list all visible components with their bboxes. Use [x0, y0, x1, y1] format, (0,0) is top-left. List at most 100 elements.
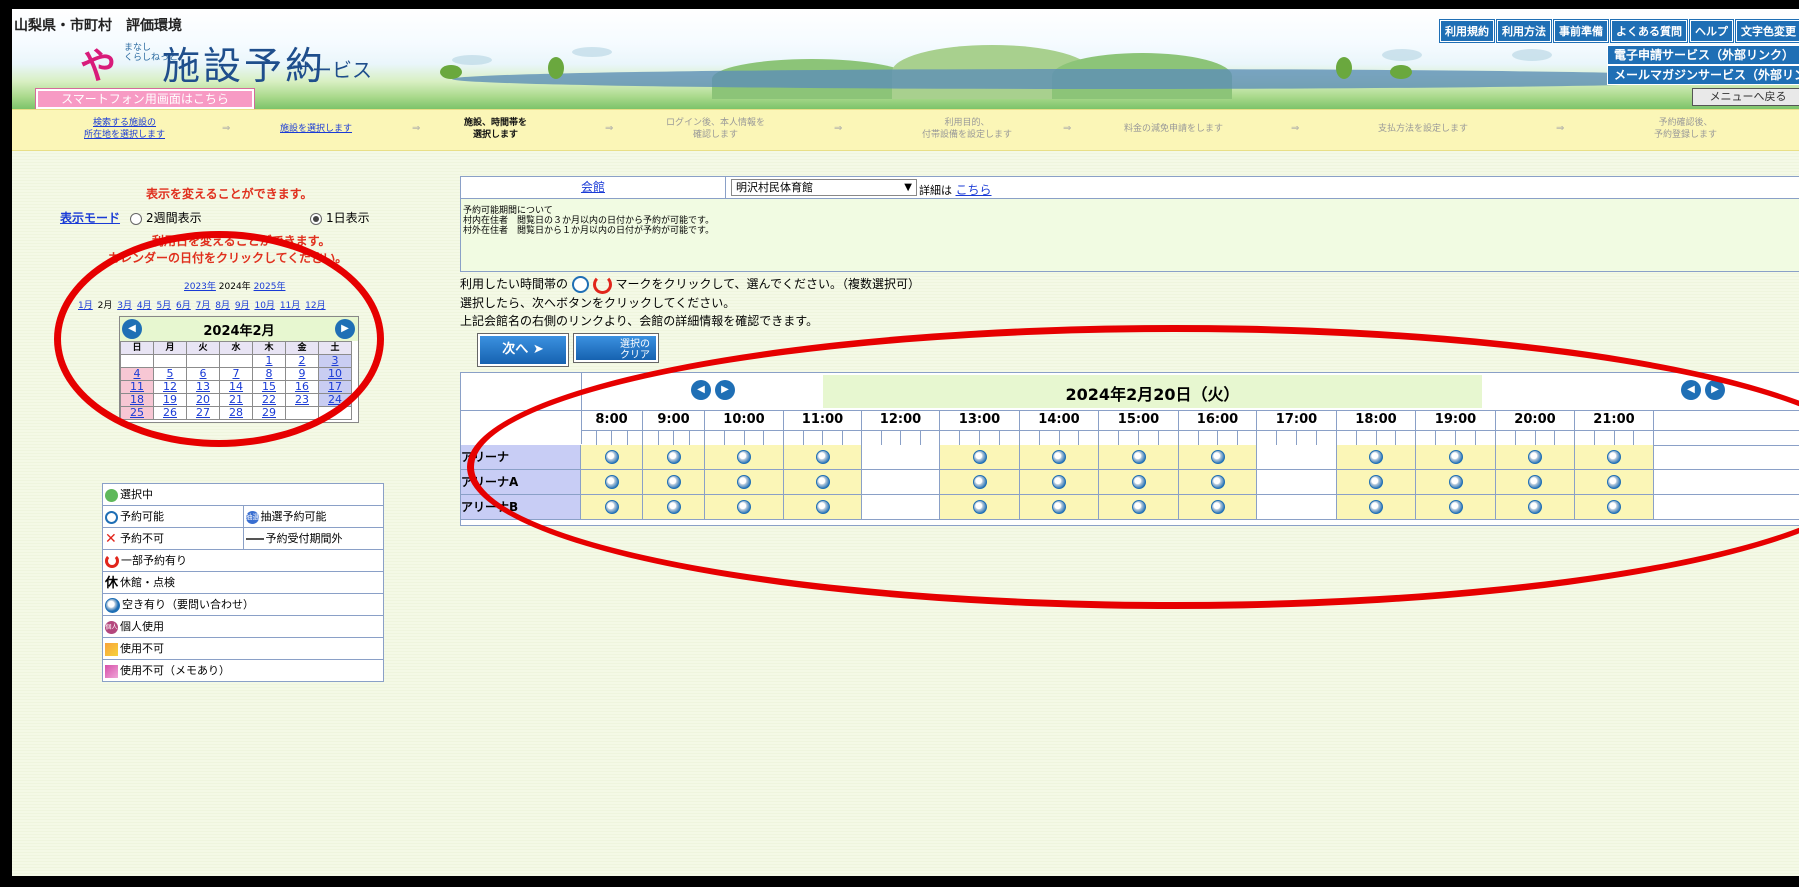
top-nav-button[interactable]: よくある質問 — [1611, 20, 1687, 42]
calendar-day[interactable]: 16 — [285, 380, 319, 394]
top-nav-button[interactable]: 事前準備 — [1554, 20, 1608, 42]
calendar-day-link[interactable]: 27 — [196, 406, 210, 419]
inquiry-available-icon[interactable] — [1448, 450, 1463, 464]
time-slot-cell[interactable] — [1416, 495, 1496, 519]
calendar-day[interactable]: 5 — [153, 367, 187, 381]
time-slot-cell[interactable] — [940, 470, 1020, 494]
calendar-day[interactable]: 25 — [120, 406, 154, 420]
time-slot-cell[interactable] — [581, 495, 643, 519]
time-slot-cell[interactable] — [1337, 495, 1416, 519]
calendar-day-link[interactable]: 25 — [130, 406, 144, 419]
calendar-day[interactable]: 12 — [153, 380, 187, 394]
time-slot-cell[interactable] — [581, 445, 643, 469]
time-slot-cell[interactable] — [1337, 445, 1416, 469]
calendar-day-link[interactable]: 23 — [295, 393, 309, 406]
prev-year-link[interactable]: 2023年 — [184, 282, 216, 292]
calendar-day[interactable]: 15 — [252, 380, 286, 394]
time-slot-cell[interactable] — [643, 495, 705, 519]
calendar-day-link[interactable]: 19 — [163, 393, 177, 406]
inquiry-available-icon[interactable] — [1369, 500, 1383, 514]
inquiry-available-icon[interactable] — [1210, 500, 1225, 514]
month-link[interactable]: 7月 — [196, 301, 211, 311]
time-slot-cell[interactable] — [1179, 445, 1257, 469]
time-slot-cell[interactable] — [784, 495, 862, 519]
inquiry-available-icon[interactable] — [1210, 450, 1225, 464]
inquiry-available-icon[interactable] — [972, 500, 987, 514]
top-nav-button[interactable]: 利用方法 — [1497, 20, 1551, 42]
calendar-day[interactable]: 4 — [120, 367, 154, 381]
time-slot-cell[interactable] — [1416, 445, 1496, 469]
calendar-day[interactable]: 26 — [153, 406, 187, 420]
inquiry-available-icon[interactable] — [1528, 500, 1542, 514]
month-link[interactable]: 3月 — [117, 301, 132, 311]
month-link[interactable]: 12月 — [305, 301, 325, 311]
time-slot-cell[interactable] — [643, 445, 705, 469]
calendar-day[interactable]: 7 — [219, 367, 253, 381]
inquiry-available-icon[interactable] — [1052, 475, 1066, 489]
calendar-day-link[interactable]: 7 — [233, 367, 240, 380]
inquiry-available-icon[interactable] — [815, 450, 830, 464]
mode-1day-option[interactable]: 1日表示 — [310, 209, 370, 226]
calendar-day-link[interactable]: 5 — [167, 367, 174, 380]
inquiry-available-icon[interactable] — [604, 475, 619, 489]
inquiry-available-icon[interactable] — [1369, 475, 1383, 489]
step-item[interactable]: 検索する施設の 所在地を選択します — [84, 117, 165, 141]
inquiry-available-icon[interactable] — [1607, 450, 1621, 464]
month-link[interactable]: 11月 — [280, 301, 300, 311]
inquiry-available-icon[interactable] — [1607, 475, 1621, 489]
time-slot-cell[interactable] — [705, 445, 784, 469]
time-slot-cell[interactable] — [1496, 495, 1575, 519]
next-week-icon[interactable]: ▶ — [1705, 380, 1725, 400]
calendar-day-link[interactable]: 16 — [295, 380, 309, 393]
radio-icon[interactable] — [130, 212, 142, 225]
month-link[interactable]: 5月 — [156, 301, 171, 311]
inquiry-available-icon[interactable] — [1052, 500, 1066, 514]
month-link[interactable]: 4月 — [137, 301, 152, 311]
time-slot-cell[interactable] — [1099, 445, 1179, 469]
calendar-day-link[interactable]: 1 — [266, 354, 273, 367]
calendar-day-link[interactable]: 15 — [262, 380, 276, 393]
prev-day-icon[interactable]: ◀ — [691, 380, 711, 400]
calendar-day[interactable]: 8 — [252, 367, 286, 381]
inquiry-available-icon[interactable] — [737, 475, 751, 489]
calendar-day-link[interactable]: 21 — [229, 393, 243, 406]
calendar-day[interactable]: 17 — [318, 380, 352, 394]
calendar-day[interactable]: 20 — [186, 393, 220, 407]
top-nav-button[interactable]: 利用規約 — [1440, 20, 1494, 42]
inquiry-available-icon[interactable] — [666, 500, 681, 514]
time-slot-cell[interactable] — [1575, 445, 1654, 469]
mode-2week-option[interactable]: 2週間表示 — [130, 209, 202, 226]
radio-selected-icon[interactable] — [310, 212, 322, 225]
calendar-day[interactable]: 13 — [186, 380, 220, 394]
inquiry-available-icon[interactable] — [1528, 450, 1542, 464]
facility-detail-link[interactable]: こちら — [956, 183, 992, 197]
month-link[interactable]: 6月 — [176, 301, 191, 311]
inquiry-available-icon[interactable] — [972, 450, 987, 464]
time-slot-cell[interactable] — [1020, 470, 1099, 494]
top-nav-button[interactable]: ヘルプ — [1690, 20, 1733, 42]
calendar-day-link[interactable]: 14 — [229, 380, 243, 393]
e-application-link[interactable]: 電子申請サービス（外部リンク） — [1607, 45, 1799, 65]
calendar-day[interactable]: 18 — [120, 393, 154, 407]
step-item[interactable]: 施設を選択します — [280, 123, 352, 135]
calendar-day[interactable]: 14 — [219, 380, 253, 394]
time-slot-cell[interactable] — [581, 470, 643, 494]
time-slot-cell[interactable] — [784, 470, 862, 494]
calendar-day-link[interactable]: 2 — [299, 354, 306, 367]
time-slot-cell[interactable] — [1575, 470, 1654, 494]
calendar-day-link[interactable]: 26 — [163, 406, 177, 419]
time-slot-cell[interactable] — [1020, 445, 1099, 469]
time-slot-cell[interactable] — [705, 495, 784, 519]
time-slot-cell[interactable] — [940, 445, 1020, 469]
calendar-day[interactable]: 24 — [318, 393, 352, 407]
inquiry-available-icon[interactable] — [972, 475, 987, 489]
inquiry-available-icon[interactable] — [1131, 450, 1146, 464]
clear-selection-button[interactable]: 選択の クリア — [574, 334, 658, 362]
time-slot-cell[interactable] — [1020, 495, 1099, 519]
inquiry-available-icon[interactable] — [815, 500, 830, 514]
inquiry-available-icon[interactable] — [604, 450, 619, 464]
calendar-day[interactable]: 21 — [219, 393, 253, 407]
calendar-day-link[interactable]: 11 — [130, 380, 144, 393]
inquiry-available-icon[interactable] — [1052, 450, 1066, 464]
time-slot-cell[interactable] — [1099, 470, 1179, 494]
